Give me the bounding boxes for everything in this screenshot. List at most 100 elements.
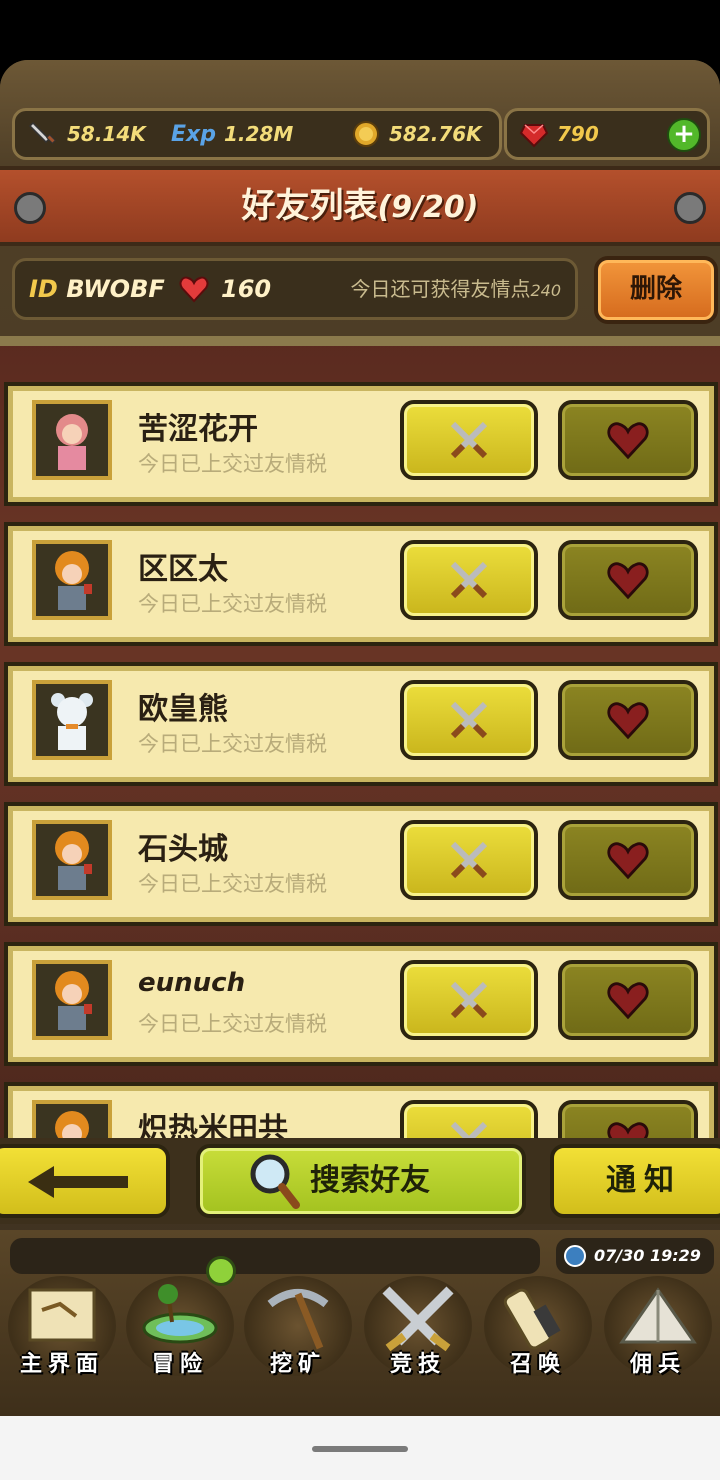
orange-hair-knight-avatar[interactable] [32,960,112,1040]
attack-value: 58.14K [67,122,146,146]
exp-value: 1.28M [223,122,294,146]
pickaxe-icon [267,1289,329,1350]
notify-label: 通知 [606,1163,682,1198]
heart-icon [607,702,649,740]
nav-label: 召唤 [509,1352,566,1377]
friend-name: 苦涩花开 [138,412,258,447]
notification-dot [206,1256,236,1286]
friend-row: eunuch 今日已上交过友情税 [4,942,718,1066]
heart-count: 160 [221,275,272,303]
crossed-swords-icon [450,421,488,459]
crossed-swords-icon [450,841,488,879]
send-heart-button[interactable] [558,400,698,480]
nav-mining[interactable]: 挖矿 [242,1276,354,1406]
ruby-icon [519,124,549,148]
friend-count: (9/20) [377,190,479,225]
status-bar-area [0,0,720,60]
bolt-icon [674,192,706,224]
gem-bar: 790 + [504,108,710,160]
friend-status: 今日已上交过友情税 [138,1012,327,1036]
crossed-swords-icon [382,1286,454,1352]
send-heart-button[interactable] [558,540,698,620]
search-friends-button[interactable]: 搜索好友 [196,1144,526,1218]
send-heart-button[interactable] [558,680,698,760]
nav-label: 竞技 [389,1352,446,1377]
heart-icon [607,422,649,460]
white-bear-avatar[interactable] [32,680,112,760]
crossed-swords-icon [450,701,488,739]
summon-scroll-icon [503,1288,561,1350]
battle-button[interactable] [400,960,538,1040]
friend-status: 今日已上交过友情税 [138,592,327,616]
chat-bar[interactable] [10,1238,540,1274]
friend-status: 今日已上交过友情税 [138,732,327,756]
heart-icon [179,276,209,303]
bottom-nav: 07/30 19:29 主界面 冒险 挖矿 竞技 召唤 佣兵 [0,1230,720,1416]
page-title: 好友列表(9/20) [0,170,720,242]
exp-stat: Exp 1.28M [171,111,293,157]
orange-hair-knight-avatar[interactable] [32,540,112,620]
home-indicator[interactable] [312,1446,408,1452]
today-text: 今日还可获得友情点 [350,277,531,301]
gem-stat: 790 [519,111,599,157]
nav-label: 佣兵 [629,1352,686,1377]
battle-button[interactable] [400,680,538,760]
battle-button[interactable] [400,400,538,480]
attack-stat: 58.14K [29,111,146,157]
clock-text: 07/30 19:29 [594,1246,701,1265]
send-heart-button[interactable] [558,820,698,900]
search-label: 搜索好友 [310,1163,430,1198]
send-heart-button[interactable] [558,960,698,1040]
game-frame: 58.14K Exp 1.28M 582.76K 790 + 好友列表(9/20… [0,60,720,1420]
heart-icon [607,982,649,1020]
nav-main[interactable]: 主界面 [6,1276,118,1406]
gold-coin-icon [353,121,379,147]
nav-label: 挖矿 [269,1352,326,1377]
back-button[interactable] [0,1144,170,1218]
friend-row: 欧皇熊 今日已上交过友情税 [4,662,718,786]
pink-girl-avatar[interactable] [32,400,112,480]
today-value: 240 [530,281,561,300]
friend-name: eunuch [138,968,246,998]
nav-adventure[interactable]: 冒险 [124,1276,236,1406]
delete-button[interactable]: 删除 [594,256,718,324]
system-nav-bar [0,1416,720,1480]
crossed-swords-icon [450,561,488,599]
magnifier-icon [250,1154,300,1209]
exp-icon: Exp [171,121,216,147]
friend-row: 石头城 今日已上交过友情税 [4,802,718,926]
battle-button[interactable] [400,820,538,900]
player-id: ID BWOBF [29,261,165,317]
crossed-swords-icon [450,981,488,1019]
friend-name: 区区太 [138,552,228,587]
friend-name: 欧皇熊 [138,692,228,727]
nav-label: 主界面 [19,1352,104,1377]
nav-summon[interactable]: 召唤 [482,1276,594,1406]
left-arrow-icon [28,1166,128,1198]
title-text: 好友列表 [241,186,378,226]
clock-icon [564,1245,586,1267]
gold-stat: 582.76K [351,111,482,157]
nav-arena[interactable]: 竞技 [362,1276,474,1406]
player-info-bar: ID BWOBF 160 今日还可获得友情点240 [12,258,578,320]
gem-value: 790 [557,122,599,146]
today-friend-points: 今日还可获得友情点240 [350,261,561,317]
heart-icon [607,842,649,880]
orange-hair-knight-avatar[interactable] [32,820,112,900]
heart-icon [607,562,649,600]
currency-bar: 58.14K Exp 1.28M 582.76K [12,108,502,160]
friend-row: 苦涩花开 今日已上交过友情税 [4,382,718,506]
friend-status: 今日已上交过友情税 [138,452,327,476]
battle-button[interactable] [400,540,538,620]
notification-button[interactable]: 通知 [550,1144,720,1218]
id-label: ID [29,275,58,303]
friends-list[interactable]: 苦涩花开 今日已上交过友情税 区区太 今日已上交过友情税 欧皇熊 今日已上交过友… [0,336,720,1160]
clock: 07/30 19:29 [556,1238,714,1274]
friend-status: 今日已上交过友情税 [138,872,327,896]
nav-mercenary[interactable]: 佣兵 [602,1276,714,1406]
friend-row: 区区太 今日已上交过友情税 [4,522,718,646]
title-banner: 好友列表(9/20) [0,166,720,246]
add-gems-button[interactable]: + [667,118,701,152]
scroll-map-icon [28,1288,96,1342]
nav-label: 冒险 [151,1352,208,1377]
